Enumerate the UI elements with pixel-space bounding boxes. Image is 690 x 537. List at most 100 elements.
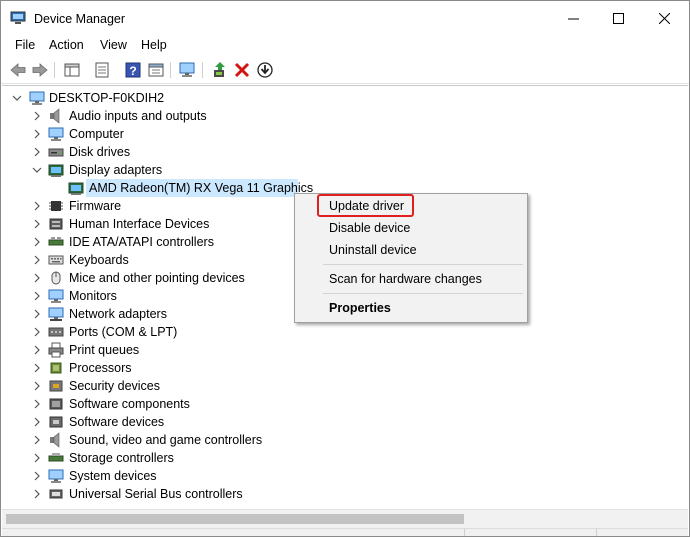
tree-category-row[interactable]: Ports (COM & LPT) (2, 323, 688, 341)
status-bar (2, 528, 688, 536)
chevron-right-icon[interactable] (32, 452, 42, 464)
minimize-button[interactable] (550, 1, 596, 35)
chevron-right-icon[interactable] (32, 200, 42, 212)
device-manager-window: Device Manager File Action View Help ? D… (0, 0, 690, 537)
tree-category-row[interactable]: Software devices (2, 413, 688, 431)
chevron-right-icon[interactable] (32, 110, 42, 122)
tree-category-row[interactable]: Universal Serial Bus controllers (2, 485, 688, 503)
properties-icon[interactable] (93, 61, 111, 79)
disk-drive-icon (48, 148, 64, 157)
toolbar-separator (170, 62, 171, 78)
context-disable-device[interactable]: Disable device (295, 218, 527, 238)
tree-category-row[interactable]: Disk drives (2, 143, 688, 161)
tree-category-row[interactable]: Sound, video and game controllers (2, 431, 688, 449)
chevron-right-icon[interactable] (32, 398, 42, 410)
tree-category-label: Ports (COM & LPT) (69, 325, 178, 339)
security-device-icon (49, 380, 63, 392)
tree-category-row[interactable]: Computer (2, 125, 688, 143)
toolbar-separator (54, 62, 55, 78)
context-properties[interactable]: Properties (295, 298, 527, 318)
chevron-right-icon[interactable] (32, 434, 42, 446)
chevron-right-icon[interactable] (32, 236, 42, 248)
hid-icon (49, 218, 63, 230)
scrollbar-thumb[interactable] (6, 514, 464, 524)
sound-controller-icon (50, 432, 60, 448)
tree-root[interactable]: DESKTOP-F0KDIH2 (2, 89, 688, 107)
show-hide-tree-icon[interactable] (63, 61, 81, 79)
tree-category-label: Software components (69, 397, 190, 411)
close-button[interactable] (641, 1, 687, 35)
chevron-right-icon[interactable] (32, 362, 42, 374)
chevron-right-icon[interactable] (32, 272, 42, 284)
chevron-down-icon[interactable] (12, 92, 22, 104)
tree-category-label: Monitors (69, 289, 117, 303)
speaker-icon (50, 108, 60, 124)
back-arrow-icon[interactable] (9, 61, 27, 79)
context-uninstall-device[interactable]: Uninstall device (295, 240, 527, 260)
window-title: Device Manager (34, 12, 126, 26)
context-item-label: Properties (329, 301, 391, 315)
chevron-right-icon[interactable] (32, 344, 42, 356)
tree-category-row[interactable]: Audio inputs and outputs (2, 107, 688, 125)
status-separator (596, 529, 597, 536)
chevron-right-icon[interactable] (32, 146, 42, 158)
tree-root-label: DESKTOP-F0KDIH2 (49, 91, 165, 105)
storage-controller-icon (48, 453, 64, 462)
tree-device-label: AMD Radeon(TM) RX Vega 11 Graphics (89, 181, 314, 195)
tree-category-row[interactable]: Software components (2, 395, 688, 413)
computer-icon (48, 127, 64, 141)
software-component-icon (49, 398, 63, 410)
forward-arrow-icon[interactable] (31, 61, 49, 79)
menu-file[interactable]: File (15, 38, 35, 52)
chevron-right-icon[interactable] (32, 218, 42, 230)
processor-icon (50, 362, 62, 374)
chevron-right-icon[interactable] (32, 416, 42, 428)
title-bar[interactable]: Device Manager (1, 1, 689, 35)
tree-category-row[interactable]: Storage controllers (2, 449, 688, 467)
chevron-right-icon[interactable] (32, 470, 42, 482)
chevron-right-icon[interactable] (32, 308, 42, 320)
toolbar-separator (202, 62, 203, 78)
horizontal-scrollbar[interactable] (2, 509, 688, 528)
help-icon[interactable]: ? (124, 61, 142, 79)
update-driver-icon[interactable] (211, 61, 229, 79)
tree-category-label: Audio inputs and outputs (69, 109, 207, 123)
tree-category-label: IDE ATA/ATAPI controllers (69, 235, 214, 249)
chevron-right-icon[interactable] (32, 290, 42, 302)
tree-category-label: Print queues (69, 343, 140, 357)
tree-category-row[interactable]: Display adapters (2, 161, 688, 179)
chevron-right-icon[interactable] (32, 326, 42, 338)
tree-category-row[interactable]: Print queues (2, 341, 688, 359)
system-device-icon (48, 469, 64, 483)
chevron-right-icon[interactable] (32, 488, 42, 500)
tree-category-row[interactable]: Security devices (2, 377, 688, 395)
chevron-right-icon[interactable] (32, 254, 42, 266)
tree-category-label: Software devices (69, 415, 165, 429)
menu-action[interactable]: Action (49, 38, 84, 52)
printer-icon (48, 342, 64, 358)
port-icon (48, 327, 64, 337)
menu-bar: File Action View Help (1, 35, 689, 56)
context-scan-hardware[interactable]: Scan for hardware changes (295, 269, 527, 289)
monitor-icon (48, 289, 64, 303)
update-driver-highlight (317, 194, 414, 217)
tree-category-row[interactable]: Processors (2, 359, 688, 377)
chevron-down-icon[interactable] (32, 164, 42, 176)
menu-help[interactable]: Help (141, 38, 167, 52)
chevron-right-icon[interactable] (32, 380, 42, 392)
menu-view[interactable]: View (100, 38, 127, 52)
tree-category-row[interactable]: System devices (2, 467, 688, 485)
context-separator (323, 264, 523, 265)
download-icon[interactable] (256, 61, 274, 79)
keyboard-icon (48, 255, 64, 265)
maximize-button[interactable] (595, 1, 641, 35)
monitor-icon[interactable] (178, 61, 196, 79)
chevron-right-icon[interactable] (32, 128, 42, 140)
computer-icon (29, 91, 45, 105)
tree-category-label: Universal Serial Bus controllers (69, 487, 243, 501)
uninstall-icon[interactable] (233, 61, 251, 79)
maximize-icon (612, 12, 624, 24)
view-icon[interactable] (147, 61, 165, 79)
tree-category-label: Human Interface Devices (69, 217, 210, 231)
tree-category-label: System devices (69, 469, 157, 483)
